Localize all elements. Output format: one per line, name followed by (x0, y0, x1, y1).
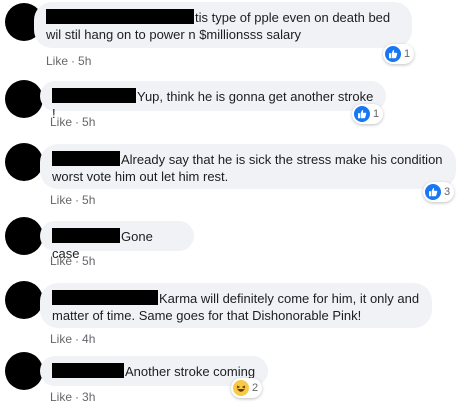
comment-bubble: Gone case (40, 221, 194, 261)
timestamp[interactable]: 5h (82, 115, 95, 129)
comment-bubble: Yup, think he is gonna get another strok… (40, 81, 386, 121)
timestamp[interactable]: 3h (82, 390, 95, 404)
separator: · (75, 115, 80, 129)
reaction-count: 2 (252, 382, 259, 394)
haha-icon (233, 380, 249, 396)
separator: · (75, 332, 80, 346)
like-icon (385, 46, 401, 62)
redacted-name (52, 363, 124, 378)
comment-meta: Like · 5h (50, 115, 95, 129)
separator: · (75, 390, 80, 404)
reaction-count: 1 (373, 108, 380, 120)
redacted-name (52, 151, 120, 166)
separator: · (75, 193, 80, 207)
redacted-name (52, 88, 136, 103)
timestamp[interactable]: 5h (82, 254, 95, 268)
timestamp[interactable]: 5h (78, 54, 91, 68)
redacted-name (52, 290, 158, 305)
comment-bubble: Karma will definitely come for him, it o… (40, 283, 432, 328)
comment-meta: Like · 5h (50, 193, 95, 207)
separator: · (75, 254, 80, 268)
like-link[interactable]: Like (50, 390, 72, 404)
like-icon (354, 106, 370, 122)
comment-meta: Like · 4h (50, 332, 95, 346)
like-link[interactable]: Like (50, 115, 72, 129)
comment-bubble: Already say that he is sick the stress m… (40, 144, 456, 189)
reaction-badge[interactable]: 1 (383, 44, 415, 64)
avatar[interactable] (5, 143, 43, 181)
separator: · (71, 54, 76, 68)
redacted-name (52, 228, 120, 243)
like-link[interactable]: Like (50, 254, 72, 268)
comment-text: Another stroke coming (125, 364, 256, 379)
reaction-badge[interactable]: 1 (352, 104, 384, 124)
timestamp[interactable]: 5h (82, 193, 95, 207)
avatar[interactable] (5, 352, 43, 390)
like-link[interactable]: Like (46, 54, 68, 68)
comment-meta: Like · 5h (50, 254, 95, 268)
comment-meta: Like · 3h (50, 390, 95, 404)
avatar[interactable] (5, 217, 43, 255)
like-link[interactable]: Like (50, 332, 72, 346)
redacted-name (46, 9, 194, 24)
reaction-badge[interactable]: 3 (423, 182, 455, 202)
avatar[interactable] (5, 281, 43, 319)
like-icon (425, 184, 441, 200)
timestamp[interactable]: 4h (82, 332, 95, 346)
reaction-count: 1 (404, 48, 411, 60)
reaction-count: 3 (444, 186, 451, 198)
comment-bubble: tis type of pple even on death bed wil s… (34, 2, 412, 48)
reaction-badge[interactable]: 2 (231, 378, 263, 398)
like-link[interactable]: Like (50, 193, 72, 207)
avatar[interactable] (5, 80, 43, 118)
comment-meta: Like · 5h (46, 54, 91, 68)
